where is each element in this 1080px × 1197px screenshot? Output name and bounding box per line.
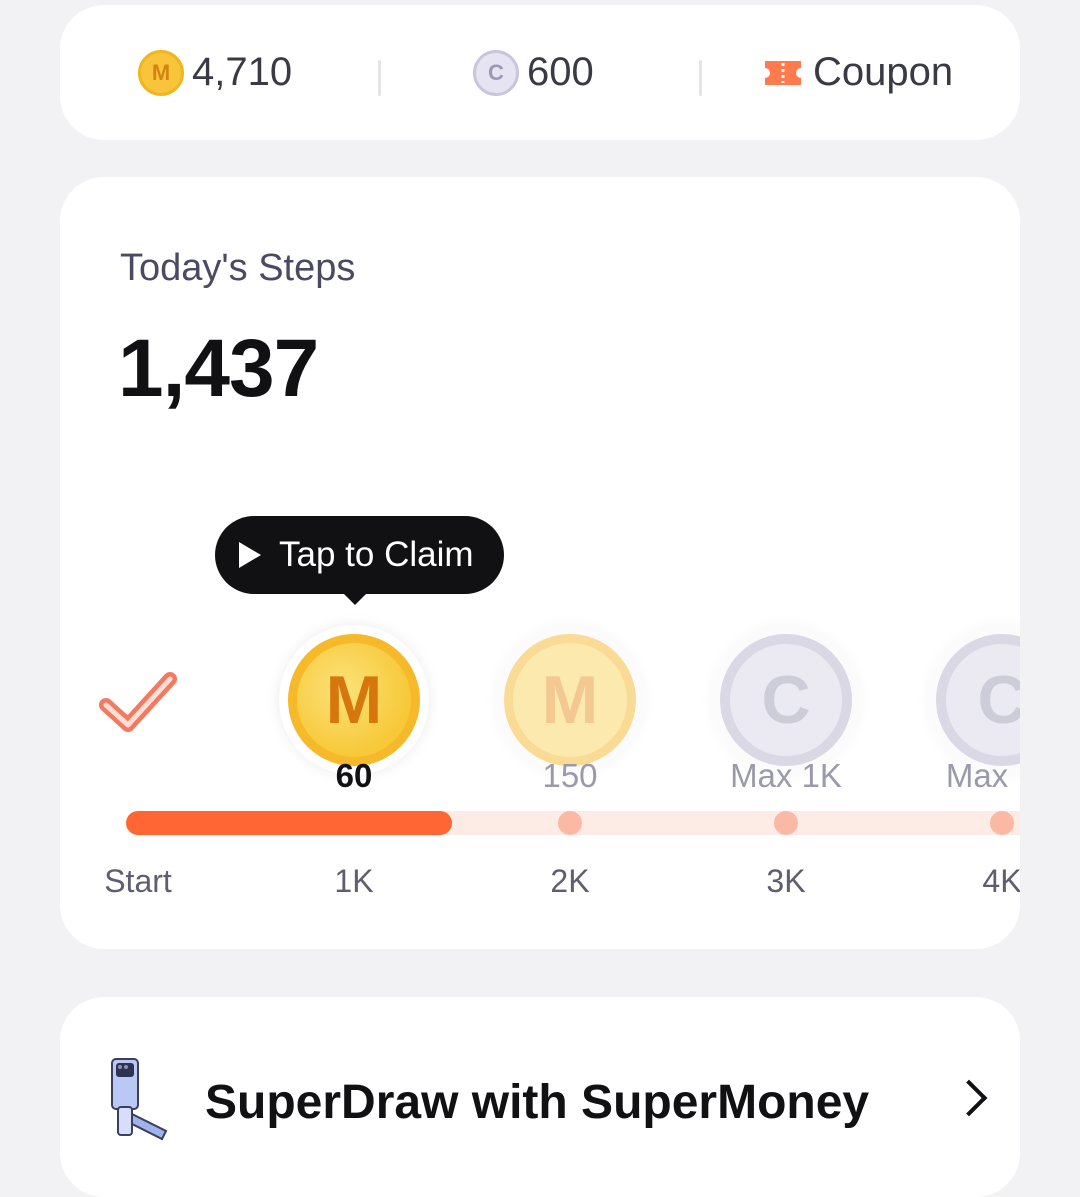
coupon-button[interactable]: Coupon — [763, 5, 953, 140]
reward-label: Max — [945, 757, 1009, 794]
milestone-dot — [558, 811, 582, 835]
steps-title: Today's Steps — [120, 247, 356, 289]
m-coin-icon: M — [504, 634, 636, 766]
c-coin-icon: C — [936, 634, 1020, 766]
balances-card: M 4,710 C 600 Coupon — [60, 5, 1020, 140]
checkmark-icon — [99, 672, 177, 732]
play-icon — [239, 542, 261, 568]
steps-content: Today's Steps 1,437 Tap to Claim M M C C… — [60, 177, 1020, 949]
tap-to-claim-tooltip[interactable]: Tap to Claim — [215, 516, 504, 594]
reward-label: 150 — [542, 757, 598, 794]
milestone-label: 2K — [550, 863, 590, 899]
divider — [699, 60, 702, 96]
reward-coin-1[interactable]: M — [279, 625, 429, 775]
m-coin-balance[interactable]: M 4,710 — [138, 5, 292, 140]
reward-label: 60 — [335, 757, 373, 794]
chevron-right-icon[interactable] — [950, 1079, 988, 1117]
tooltip-label: Tap to Claim — [279, 535, 474, 574]
foldable-phone-icon — [111, 1058, 168, 1141]
milestone-label: 4K — [982, 863, 1020, 899]
milestone-dot — [774, 811, 798, 835]
m-coin-amount: 4,710 — [192, 50, 293, 94]
superdraw-card[interactable]: SuperDraw with SuperMoney — [60, 997, 1020, 1197]
c-coin-icon: C — [473, 49, 519, 96]
steps-card: Today's Steps 1,437 Tap to Claim M M C C… — [60, 177, 1020, 949]
reward-coin-2[interactable]: M — [495, 625, 645, 775]
c-coin-amount: 600 — [527, 50, 594, 94]
milestone-label: 3K — [766, 863, 806, 899]
m-coin-icon: M — [288, 634, 420, 766]
m-coin-icon: M — [138, 49, 184, 96]
progress-fill — [126, 811, 452, 835]
milestone-label: 1K — [334, 863, 374, 899]
tooltip-pointer — [342, 592, 368, 605]
c-coin-balance[interactable]: C 600 — [473, 5, 594, 140]
divider — [378, 60, 381, 96]
steps-count: 1,437 — [118, 323, 319, 414]
coupon-icon — [765, 60, 801, 85]
milestone-dot — [990, 811, 1014, 835]
reward-coin-4[interactable]: C — [927, 625, 1020, 775]
milestone-label: Start — [104, 863, 172, 899]
reward-label: Max 1K — [730, 757, 842, 794]
c-coin-icon: C — [720, 634, 852, 766]
reward-coin-3[interactable]: C — [711, 625, 861, 775]
coupon-label: Coupon — [813, 50, 954, 94]
superdraw-title: SuperDraw with SuperMoney — [205, 1076, 870, 1129]
